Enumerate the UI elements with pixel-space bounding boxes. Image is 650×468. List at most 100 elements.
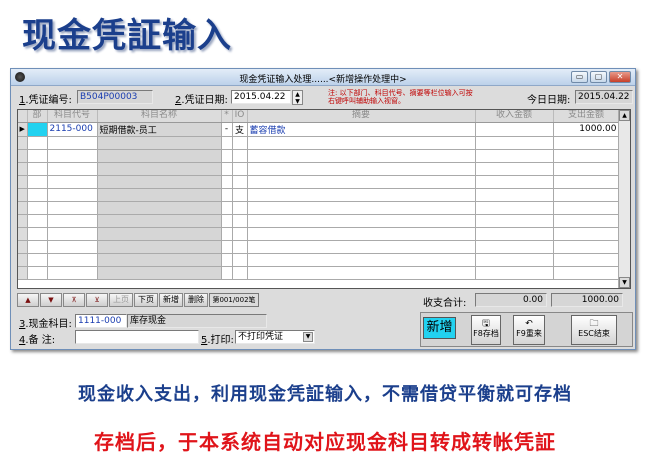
scroll-up-icon[interactable]: ▲ bbox=[619, 110, 630, 121]
table-row[interactable] bbox=[18, 188, 620, 202]
grid-cell[interactable] bbox=[27, 175, 48, 189]
grid-cell[interactable] bbox=[221, 240, 233, 254]
cell-expense[interactable]: 1000.00 bbox=[553, 122, 620, 137]
grid-cell[interactable] bbox=[221, 227, 233, 241]
grid-cell[interactable] bbox=[47, 162, 98, 176]
table-row[interactable] bbox=[18, 201, 620, 215]
grid-cell[interactable] bbox=[475, 214, 554, 228]
grid-cell[interactable] bbox=[47, 188, 98, 202]
grid-cell[interactable] bbox=[232, 240, 248, 254]
add-row-button[interactable]: 新增 bbox=[159, 293, 183, 307]
grid-cell[interactable] bbox=[247, 188, 476, 202]
cell-io[interactable]: 支 bbox=[232, 122, 248, 137]
table-row[interactable] bbox=[18, 227, 620, 241]
grid-cell[interactable] bbox=[247, 214, 476, 228]
grid-cell[interactable] bbox=[27, 240, 48, 254]
grid-cell[interactable] bbox=[221, 253, 233, 267]
grid-cell[interactable] bbox=[27, 227, 48, 241]
grid-cell[interactable] bbox=[553, 240, 620, 254]
grid-cell[interactable] bbox=[232, 266, 248, 280]
nav-down-button[interactable]: ▼ bbox=[40, 293, 62, 307]
grid-cell[interactable] bbox=[553, 201, 620, 215]
next-page-button[interactable]: 下页 bbox=[134, 293, 158, 307]
grid-cell[interactable] bbox=[221, 162, 233, 176]
maximize-button[interactable]: ▢ bbox=[590, 71, 607, 83]
grid-cell[interactable] bbox=[232, 227, 248, 241]
grid-cell[interactable] bbox=[27, 253, 48, 267]
grid-cell[interactable] bbox=[475, 175, 554, 189]
grid-cell[interactable] bbox=[475, 227, 554, 241]
grid-cell[interactable] bbox=[553, 227, 620, 241]
table-row[interactable] bbox=[18, 149, 620, 163]
grid-cell[interactable] bbox=[27, 266, 48, 280]
table-row[interactable] bbox=[18, 266, 620, 280]
grid-cell[interactable] bbox=[27, 162, 48, 176]
grid-cell[interactable] bbox=[553, 253, 620, 267]
grid-cell[interactable] bbox=[553, 136, 620, 150]
nav-up-button[interactable]: ▲ bbox=[17, 293, 39, 307]
grid-cell[interactable] bbox=[221, 175, 233, 189]
grid-cell[interactable] bbox=[475, 240, 554, 254]
grid-cell[interactable] bbox=[247, 201, 476, 215]
table-row[interactable] bbox=[18, 253, 620, 267]
grid-cell[interactable] bbox=[247, 162, 476, 176]
grid-cell[interactable] bbox=[232, 253, 248, 267]
grid-cell[interactable] bbox=[47, 240, 98, 254]
nav-bottom-button[interactable]: ⊻ bbox=[86, 293, 108, 307]
grid-cell[interactable] bbox=[475, 149, 554, 163]
chevron-down-icon[interactable]: ▼ bbox=[303, 332, 313, 342]
grid-cell[interactable] bbox=[47, 227, 98, 241]
grid-cell[interactable] bbox=[475, 266, 554, 280]
grid-cell[interactable] bbox=[475, 162, 554, 176]
grid-cell[interactable] bbox=[247, 240, 476, 254]
voucher-grid[interactable]: 部 科目代号 科目名称 * IO 摘要 收入金额 支出金额 ▶ 2115-000… bbox=[17, 109, 631, 289]
grid-cell[interactable] bbox=[247, 266, 476, 280]
grid-cell[interactable] bbox=[247, 175, 476, 189]
prev-page-button[interactable]: 上页 bbox=[109, 293, 133, 307]
grid-cell[interactable] bbox=[232, 162, 248, 176]
date-spin-button[interactable]: ▲ ▼ bbox=[292, 90, 303, 105]
grid-cell[interactable] bbox=[27, 136, 48, 150]
cell-summary[interactable]: 蓄容借款 bbox=[247, 122, 476, 137]
grid-cell[interactable] bbox=[27, 214, 48, 228]
grid-cell[interactable] bbox=[47, 201, 98, 215]
table-row[interactable] bbox=[18, 240, 620, 254]
voucher-date-field[interactable]: 2015.04.22 bbox=[231, 90, 291, 104]
scroll-down-icon[interactable]: ▼ bbox=[619, 277, 630, 288]
grid-cell[interactable] bbox=[553, 162, 620, 176]
grid-scrollbar[interactable]: ▲ ▼ bbox=[618, 110, 630, 288]
nav-top-button[interactable]: ⊼ bbox=[63, 293, 85, 307]
grid-cell[interactable] bbox=[47, 149, 98, 163]
grid-cell[interactable] bbox=[47, 175, 98, 189]
grid-cell[interactable] bbox=[221, 136, 233, 150]
grid-cell[interactable] bbox=[553, 149, 620, 163]
grid-cell[interactable] bbox=[553, 175, 620, 189]
cell-dept[interactable] bbox=[27, 122, 48, 137]
exit-button[interactable]: 🗀 ESC结束 bbox=[571, 315, 617, 345]
grid-cell[interactable] bbox=[247, 227, 476, 241]
table-row[interactable] bbox=[18, 214, 620, 228]
grid-cell[interactable] bbox=[221, 214, 233, 228]
grid-cell[interactable] bbox=[475, 188, 554, 202]
delete-row-button[interactable]: 删除 bbox=[184, 293, 208, 307]
grid-cell[interactable] bbox=[553, 266, 620, 280]
remark-field[interactable] bbox=[75, 330, 199, 344]
grid-cell[interactable] bbox=[47, 266, 98, 280]
grid-cell[interactable] bbox=[232, 136, 248, 150]
save-button[interactable]: 🖫 F8存档 bbox=[471, 315, 501, 345]
grid-cell[interactable] bbox=[475, 253, 554, 267]
grid-cell[interactable] bbox=[27, 201, 48, 215]
grid-cell[interactable] bbox=[553, 214, 620, 228]
grid-cell[interactable] bbox=[475, 201, 554, 215]
grid-cell[interactable] bbox=[475, 136, 554, 150]
table-row[interactable] bbox=[18, 136, 620, 150]
grid-cell[interactable] bbox=[232, 175, 248, 189]
grid-cell[interactable] bbox=[221, 266, 233, 280]
grid-cell[interactable] bbox=[553, 188, 620, 202]
cell-account-code[interactable]: 2115-000 bbox=[47, 122, 98, 137]
cash-account-code-field[interactable]: 1111-000 bbox=[75, 314, 127, 328]
grid-cell[interactable] bbox=[247, 253, 476, 267]
print-option-select[interactable]: 不打印凭证 ▼ bbox=[235, 330, 315, 344]
redo-button[interactable]: ↶ F9重来 bbox=[513, 315, 545, 345]
close-button[interactable]: ✕ bbox=[609, 71, 631, 83]
